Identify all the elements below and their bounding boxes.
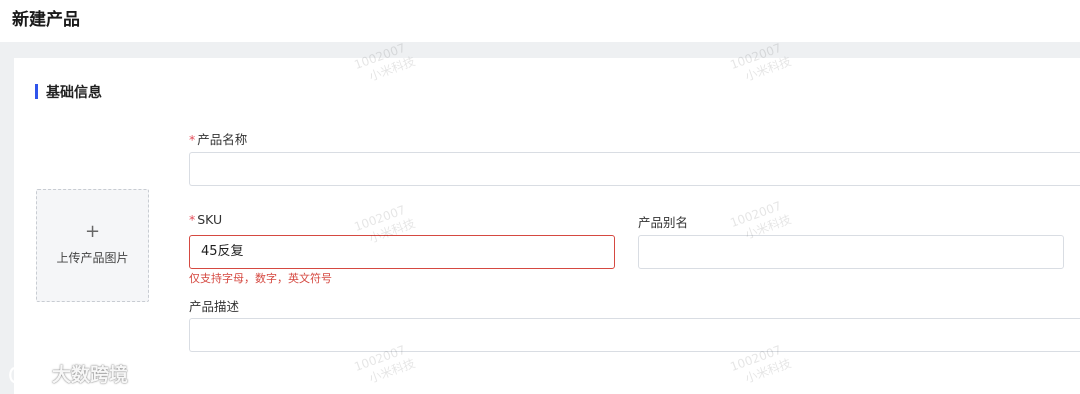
upload-image-button[interactable]: + 上传产品图片 [36,189,149,302]
product-name-label: * 产品名称 [189,129,247,148]
plus-icon: + [84,221,101,242]
required-mark: * [189,212,196,227]
description-input[interactable] [189,318,1080,352]
page-title: 新建产品 [12,10,80,30]
left-gutter [0,58,14,394]
sku-input[interactable]: 45反复 [189,235,615,269]
section-accent-bar [35,84,38,99]
description-label: 产品描述 [189,299,240,314]
alias-label: 产品别名 [638,215,689,230]
sku-error-message: 仅支持字母，数字，英文符号 [189,272,332,285]
required-mark: * [189,132,196,147]
section-title: 基础信息 [46,85,102,101]
brand-watermark: 大数跨境 [52,364,129,386]
header-divider [0,42,1080,58]
sku-label: * SKU [189,212,222,227]
product-name-input[interactable] [189,152,1080,186]
sku-label-text: SKU [197,212,223,227]
brand-logo-icon [9,366,38,384]
page-header: 新建产品 [0,0,1080,42]
product-name-label-text: 产品名称 [197,132,248,147]
upload-image-label: 上传产品图片 [56,251,129,265]
alias-input[interactable] [638,235,1064,269]
